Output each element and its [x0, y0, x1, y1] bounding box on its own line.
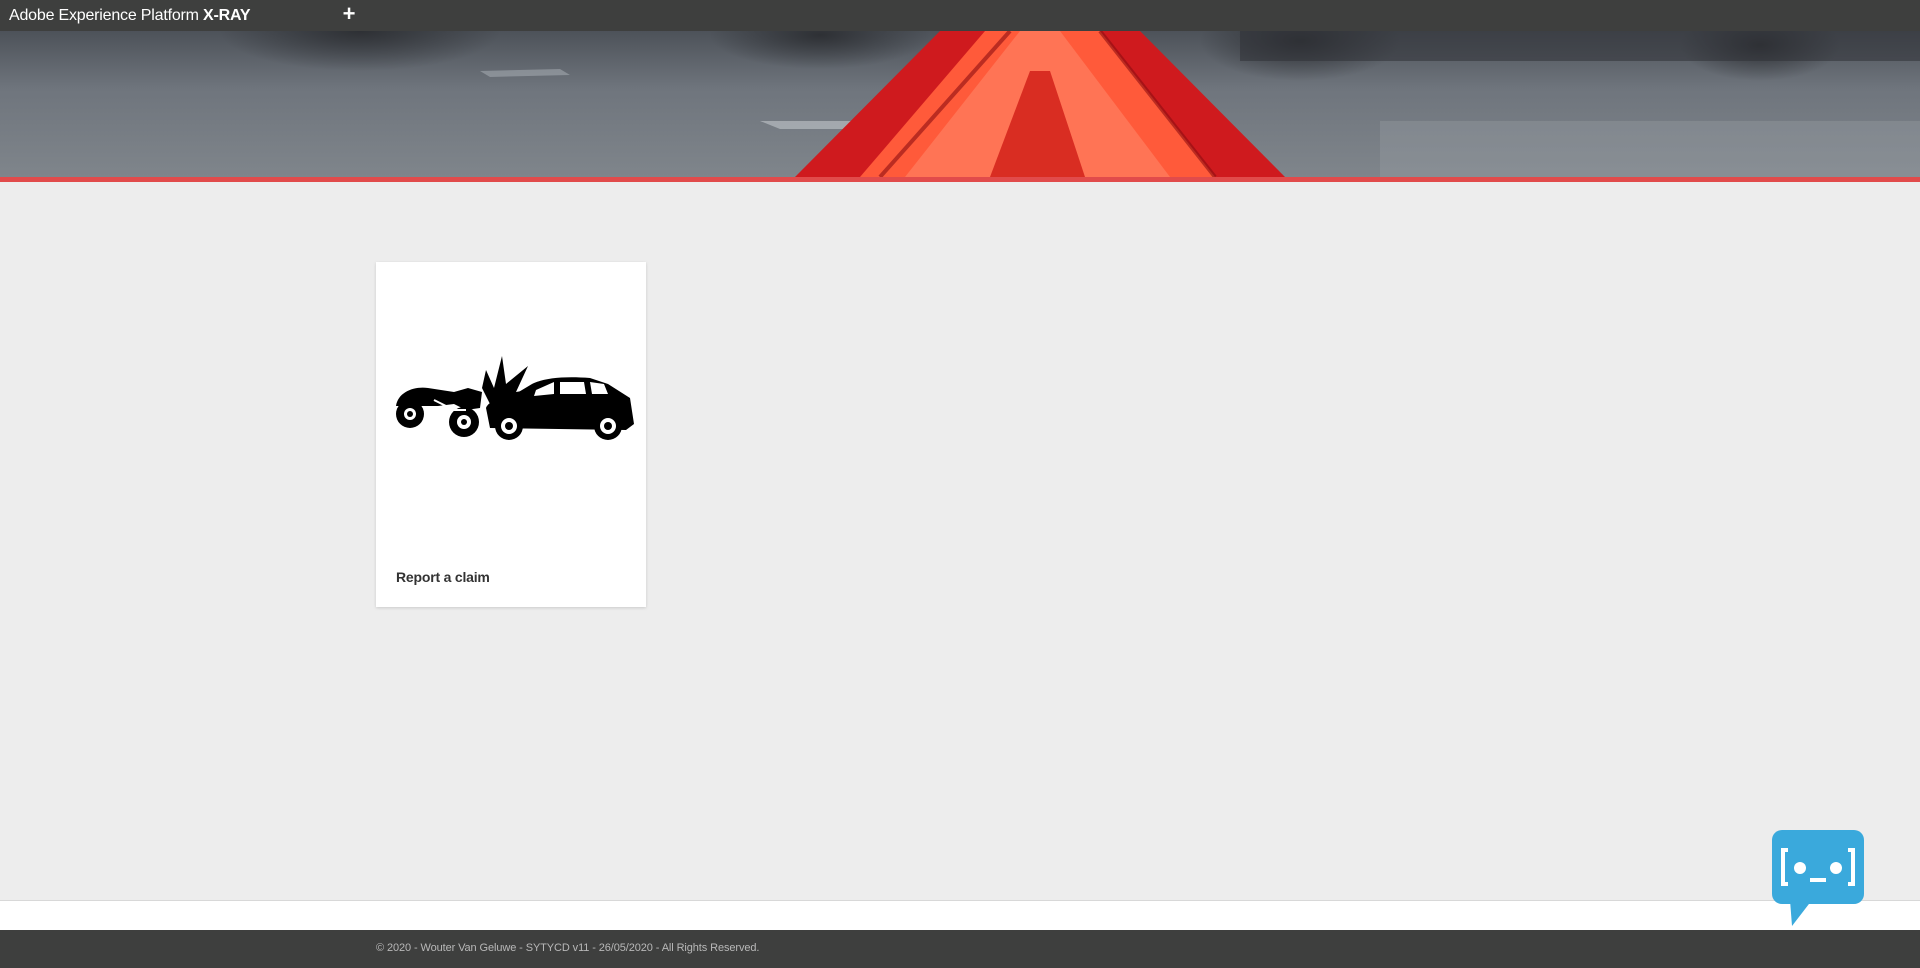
- warning-triangle-photo: [0, 31, 1920, 177]
- report-claim-card[interactable]: Report a claim: [376, 262, 646, 607]
- accent-divider: [0, 177, 1920, 182]
- copyright-text: © 2020 - Wouter Van Geluwe - SYTYCD v11 …: [376, 942, 760, 954]
- car-crash-icon: [396, 356, 634, 440]
- chatbot-button[interactable]: [1772, 830, 1864, 928]
- chatbot-icon: [1772, 830, 1864, 926]
- app-title: Adobe Experience Platform X-RAY: [9, 6, 251, 25]
- hero-banner: [0, 31, 1920, 177]
- top-bar: Adobe Experience Platform X-RAY +: [0, 0, 1920, 31]
- app-title-prefix: Adobe Experience Platform: [9, 6, 199, 24]
- add-tab-button[interactable]: +: [341, 3, 357, 25]
- card-title: Report a claim: [396, 569, 490, 585]
- app-title-strong: X-RAY: [203, 6, 251, 24]
- footer-spacer: [0, 900, 1920, 931]
- footer: © 2020 - Wouter Van Geluwe - SYTYCD v11 …: [0, 930, 1920, 968]
